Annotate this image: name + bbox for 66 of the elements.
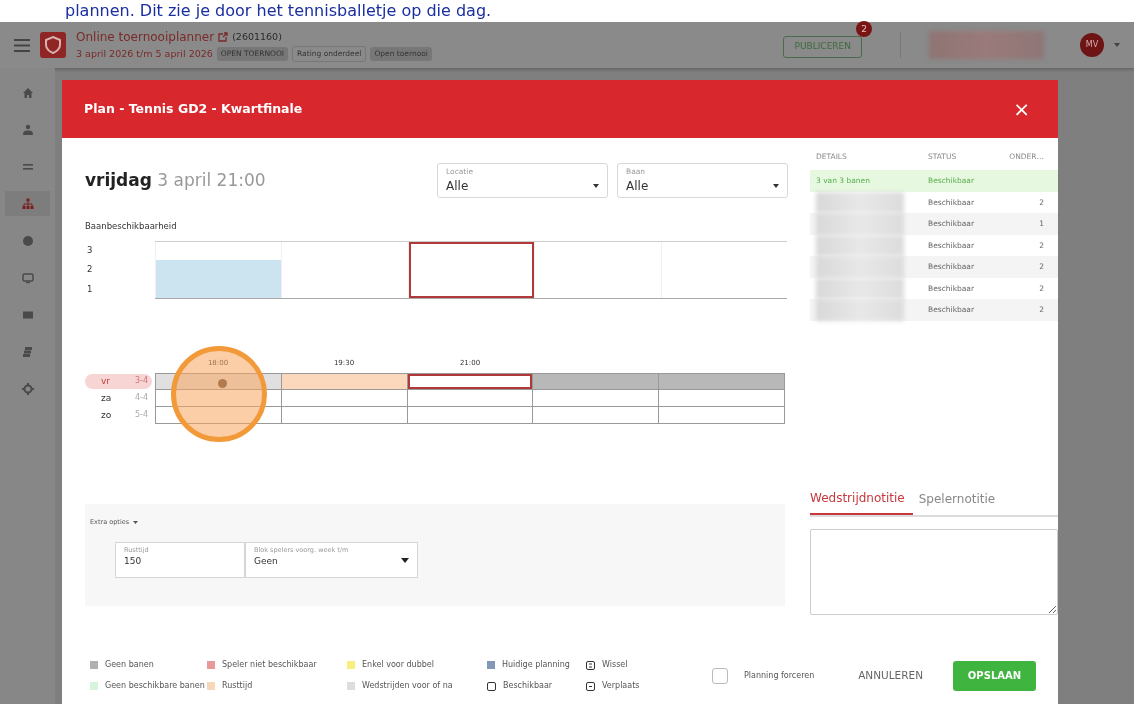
circle-icon bbox=[21, 234, 34, 247]
caret-icon[interactable] bbox=[1114, 43, 1120, 47]
caption-text: plannen. Dit zie je door het tennisballetje op die dag. bbox=[64, 0, 493, 22]
legend-label: Wissel bbox=[602, 659, 628, 671]
timeslot-cell[interactable] bbox=[281, 373, 407, 390]
legend-label: Enkel voor dubbel bbox=[362, 659, 434, 671]
timeslot-cell[interactable] bbox=[533, 390, 659, 407]
checkbox-label: Planning forceren bbox=[744, 669, 815, 682]
legend-label: Wedstrijden voor of na bbox=[362, 680, 453, 692]
timeslot-cell[interactable] bbox=[659, 390, 784, 407]
swap-icon bbox=[586, 660, 595, 670]
day-row-tab[interactable]: vr 3-4 bbox=[85, 373, 152, 389]
caret-icon bbox=[593, 184, 599, 188]
caret-icon bbox=[773, 184, 779, 188]
close-button[interactable]: × bbox=[1007, 93, 1036, 125]
timeslot-cell[interactable] bbox=[156, 373, 281, 390]
day-row-tab[interactable]: zo 5-4 bbox=[85, 407, 152, 423]
force-checkbox[interactable] bbox=[712, 667, 728, 684]
caret-icon[interactable] bbox=[133, 521, 139, 525]
timeslot-cell[interactable] bbox=[156, 390, 281, 407]
timeslot-cell[interactable] bbox=[659, 373, 784, 390]
dialog-title: Plan - Tennis GD2 - Kwartfinale bbox=[84, 99, 303, 118]
note-tab[interactable]: Wedstrijdnotitie bbox=[810, 484, 913, 515]
person-icon bbox=[21, 123, 34, 136]
timeslot-cell[interactable] bbox=[533, 373, 659, 390]
cancel-button[interactable]: ANNULEREN bbox=[852, 666, 929, 685]
tournament-dates: 3 april 2026 t/m 5 april 2026 bbox=[76, 46, 213, 61]
shield-logo-icon bbox=[40, 32, 66, 58]
legend-label: Rusttijd bbox=[222, 680, 253, 692]
monitor-icon bbox=[21, 271, 34, 284]
chart-title: Baanbeschikbaarheid bbox=[85, 220, 178, 233]
count-badge: 2 bbox=[856, 21, 872, 38]
settings-icon bbox=[21, 382, 34, 395]
axis-label: 2 bbox=[86, 263, 94, 277]
tournament-number: (2601160) bbox=[232, 30, 282, 45]
legend-label: Geen banen bbox=[105, 659, 154, 671]
axis-label: 1 bbox=[86, 282, 94, 296]
timeslot-cell[interactable] bbox=[407, 407, 533, 423]
legend-label: Huidige planning bbox=[502, 659, 570, 671]
date-heading: vrijdag 3 april 21:00 bbox=[85, 168, 266, 192]
timeslot-cell[interactable] bbox=[281, 407, 407, 423]
stack-icon bbox=[21, 345, 34, 358]
caret-icon bbox=[401, 557, 409, 563]
home-icon bbox=[21, 86, 34, 99]
note-tab[interactable]: Spelernotitie bbox=[918, 484, 1004, 515]
timeslot-cell[interactable] bbox=[156, 407, 281, 423]
empty-square-icon bbox=[487, 681, 496, 691]
timeslot-cell[interactable] bbox=[281, 390, 407, 407]
sidebar-item[interactable] bbox=[5, 191, 50, 216]
menu-icon[interactable] bbox=[14, 38, 30, 52]
external-link-icon[interactable] bbox=[218, 32, 229, 43]
legend-label: Beschikbaar bbox=[503, 680, 553, 692]
move-icon bbox=[586, 681, 595, 691]
axis-label: 3 bbox=[86, 244, 94, 258]
timeslot-cell[interactable] bbox=[407, 390, 533, 407]
timeslot-column[interactable] bbox=[407, 241, 535, 298]
hierarchy-icon bbox=[21, 197, 34, 210]
note-textarea[interactable] bbox=[810, 528, 1058, 615]
user-avatar[interactable]: MV bbox=[1080, 33, 1104, 57]
legend-label: Geen beschikbare banen bbox=[105, 680, 205, 692]
timeslot-cell[interactable] bbox=[659, 407, 784, 423]
day-row-tab[interactable]: za 4-4 bbox=[85, 390, 152, 406]
timeslot-cell[interactable] bbox=[407, 373, 533, 390]
legend-label: Verplaats bbox=[602, 680, 640, 692]
timeslot-cell[interactable] bbox=[533, 407, 659, 423]
legend-label: Speler niet beschikbaar bbox=[222, 659, 317, 671]
